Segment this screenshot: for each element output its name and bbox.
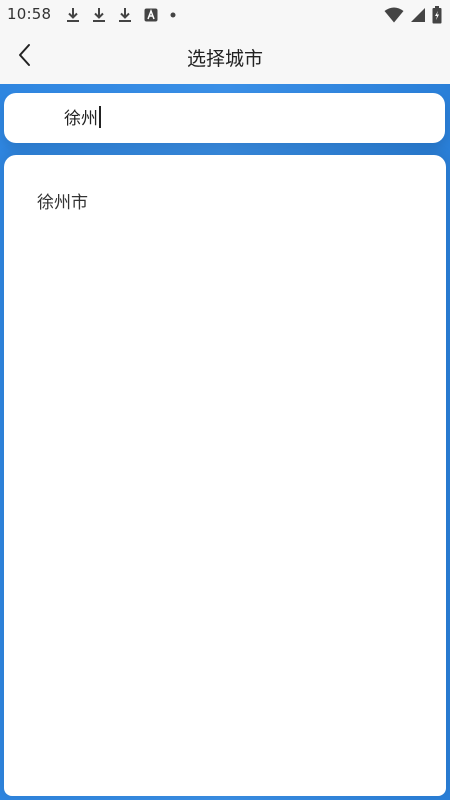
select-city-screen: 10:58 选择城市 徐州 徐州市	[0, 0, 450, 800]
download-icon	[118, 7, 132, 23]
app-header: 选择城市	[0, 30, 450, 84]
wifi-icon	[384, 7, 404, 23]
a-badge-icon	[144, 8, 158, 22]
text-cursor	[99, 106, 101, 128]
search-input-value: 徐州	[64, 109, 98, 129]
search-input[interactable]: 徐州	[64, 106, 101, 131]
battery-charging-icon	[432, 6, 442, 24]
status-bar: 10:58	[0, 0, 450, 30]
cellular-signal-icon	[410, 7, 426, 23]
download-icon	[66, 7, 80, 23]
city-label: 徐州市	[37, 193, 88, 213]
list-item-city[interactable]: 徐州市	[4, 183, 446, 223]
status-time: 10:58	[7, 5, 52, 23]
download-icon	[92, 7, 106, 23]
system-icons	[384, 6, 442, 24]
notification-icons	[66, 6, 176, 24]
page-title: 选择城市	[186, 48, 263, 70]
dot-icon	[170, 12, 176, 18]
search-card[interactable]: 徐州	[4, 93, 445, 143]
results-panel: 徐州市	[4, 155, 446, 796]
